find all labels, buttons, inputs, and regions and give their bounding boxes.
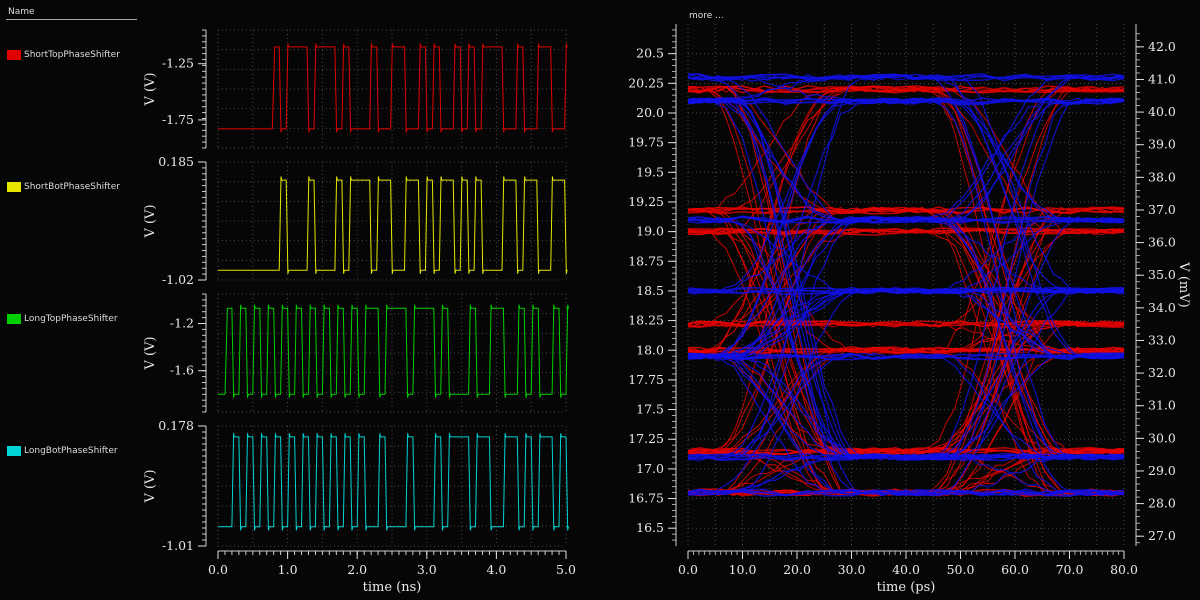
y-tick-label-right: 27.0 xyxy=(1148,528,1176,543)
x-tick-label: 10.0 xyxy=(729,562,757,577)
y-tick-label-right: 41.0 xyxy=(1148,71,1176,86)
eye-trace xyxy=(688,98,1124,358)
y-tick-label-right: 36.0 xyxy=(1148,235,1176,250)
x-tick-label: 2.0 xyxy=(347,562,367,577)
y-tick-label: 18.0 xyxy=(636,342,664,357)
x-tick-label: 40.0 xyxy=(892,562,920,577)
y-tick-label: 20.5 xyxy=(636,46,664,61)
y-tick-label: 19.75 xyxy=(628,135,664,150)
x-tick-label: 3.0 xyxy=(417,562,437,577)
y-tick-label-right: 35.0 xyxy=(1148,267,1176,282)
x-tick-label: 0.0 xyxy=(678,562,698,577)
waveform-trace xyxy=(218,176,568,274)
y-axis-label: V (V) xyxy=(143,204,158,238)
y-tick-label: 20.25 xyxy=(628,75,664,90)
y-tick-label-right: 40.0 xyxy=(1148,104,1176,119)
y-tick-label-right: 39.0 xyxy=(1148,137,1176,152)
x-tick-label: 1.0 xyxy=(278,562,298,577)
y-tick-label: 16.5 xyxy=(636,520,664,535)
waveform-trace xyxy=(218,433,570,531)
x-tick-label: 30.0 xyxy=(838,562,866,577)
y-tick-label-right: 37.0 xyxy=(1148,202,1176,217)
y-tick-label: -1.01 xyxy=(162,538,194,553)
y-tick-label: 0.178 xyxy=(158,418,194,433)
y-axis-label-right: V (mV) xyxy=(1176,261,1191,307)
y-tick-label: 17.75 xyxy=(628,372,664,387)
y-tick-label: 0.185 xyxy=(158,154,194,169)
y-tick-label: 20.0 xyxy=(636,105,664,120)
y-tick-label-right: 28.0 xyxy=(1148,496,1176,511)
y-tick-label: -1.02 xyxy=(162,272,194,287)
transient-panel-1: 0.185 -1.02 V (V) xyxy=(143,154,568,287)
transient-x-axis: 0.0 1.0 2.0 3.0 4.0 5.0 time (ns) xyxy=(208,550,576,595)
y-tick-label-right: 31.0 xyxy=(1148,398,1176,413)
y-tick-label: 18.5 xyxy=(636,283,664,298)
eye-trace xyxy=(688,353,1124,495)
eye-trace xyxy=(688,353,1124,461)
waveform-chart: -1.25 -1.75 V (V) 0.185 -1.02 V (V) -1.2 -1.6 V … xyxy=(143,24,1191,595)
transient-panel-3: 0.178 -1.01 V (V) xyxy=(143,418,570,553)
y-axis-label: V (V) xyxy=(143,469,158,503)
x-tick-label: 5.0 xyxy=(556,562,576,577)
y-tick-label-right: 38.0 xyxy=(1148,169,1176,184)
x-tick-label: 4.0 xyxy=(486,562,506,577)
y-tick-label: 18.25 xyxy=(628,313,664,328)
y-axis-label: V (V) xyxy=(143,72,158,106)
x-tick-label: 80.0 xyxy=(1110,562,1138,577)
y-tick-label: 19.5 xyxy=(636,164,664,179)
eye-trace xyxy=(688,217,1124,461)
y-tick-label-right: 29.0 xyxy=(1148,463,1176,478)
y-tick-label: 16.75 xyxy=(628,491,664,506)
y-tick-label: 17.25 xyxy=(628,431,664,446)
x-axis-label: time (ps) xyxy=(877,580,936,595)
eye-trace xyxy=(688,97,1124,293)
y-tick-label: 17.0 xyxy=(636,461,664,476)
y-tick-label: -1.6 xyxy=(170,363,194,378)
y-tick-label: -1.75 xyxy=(162,112,194,127)
y-tick-label: -1.2 xyxy=(170,316,194,331)
y-tick-label-right: 42.0 xyxy=(1148,39,1176,54)
x-tick-label: 70.0 xyxy=(1056,562,1084,577)
waveform-trace xyxy=(218,304,570,398)
y-tick-label: 18.75 xyxy=(628,253,664,268)
y-axis-label: V (V) xyxy=(143,336,158,370)
x-tick-label: 50.0 xyxy=(947,562,975,577)
eye-trace xyxy=(688,216,1124,461)
y-tick-label: 19.0 xyxy=(636,224,664,239)
eye-trace xyxy=(688,349,1124,497)
y-tick-label-right: 34.0 xyxy=(1148,300,1176,315)
y-tick-label-right: 30.0 xyxy=(1148,430,1176,445)
transient-panel-0: -1.25 -1.75 V (V) xyxy=(143,29,568,149)
y-tick-label-right: 33.0 xyxy=(1148,332,1176,347)
eye-trace xyxy=(688,216,1124,461)
y-tick-label-right: 32.0 xyxy=(1148,365,1176,380)
eye-diagram-panel: 20.5 20.25 20.0 19.75 19.5 19.25 19.0 18.75 18.5… xyxy=(628,24,1191,595)
eye-trace xyxy=(688,354,1124,497)
x-tick-label: 60.0 xyxy=(1001,562,1029,577)
x-tick-label: 0.0 xyxy=(208,562,228,577)
y-tick-label: 17.5 xyxy=(636,402,664,417)
transient-panel-2: -1.2 -1.6 V (V) xyxy=(143,293,570,413)
y-tick-label: -1.25 xyxy=(162,56,194,71)
x-tick-label: 20.0 xyxy=(783,562,811,577)
y-tick-label: 19.25 xyxy=(628,194,664,209)
x-axis-label: time (ns) xyxy=(363,580,422,595)
eye-trace xyxy=(688,97,1124,294)
